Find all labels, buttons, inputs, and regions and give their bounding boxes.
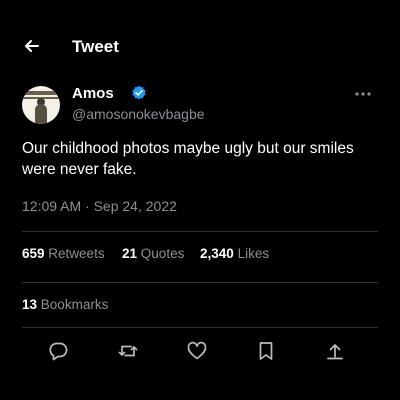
- tweet-timestamp[interactable]: 12:09 AM · Sep 24, 2022: [22, 198, 177, 214]
- tweet-author: Amos @amosonokevbagbe: [22, 82, 382, 132]
- action-bar: [0, 340, 400, 366]
- likes-label: Likes: [237, 246, 270, 261]
- tweet-text-line: Our childhood photos maybe ugly but our …: [22, 140, 354, 157]
- quotes-count: 21: [122, 246, 138, 261]
- retweets-stat[interactable]: 659 Retweets: [22, 246, 105, 261]
- more-options-icon[interactable]: [352, 86, 374, 102]
- share-icon[interactable]: [324, 340, 346, 362]
- retweet-icon[interactable]: [117, 340, 139, 362]
- back-arrow-icon[interactable]: [22, 36, 42, 56]
- tweet-text-line: were never fake.: [22, 161, 137, 178]
- divider: [22, 231, 378, 232]
- divider: [22, 327, 378, 328]
- bookmark-icon[interactable]: [255, 340, 277, 362]
- bookmarks-count: 13: [22, 297, 38, 312]
- bookmarks-label: Bookmarks: [40, 297, 109, 312]
- engagement-stats: 659 Retweets 21 Quotes 2,340 Likes: [22, 246, 378, 266]
- quotes-stat[interactable]: 21 Quotes: [122, 246, 184, 261]
- tweet-text: Our childhood photos maybe ugly but our …: [22, 138, 378, 180]
- verified-badge-icon: [131, 85, 147, 101]
- top-bar: Tweet: [0, 28, 400, 68]
- divider: [22, 282, 378, 283]
- retweets-count: 659: [22, 246, 45, 261]
- page-title: Tweet: [72, 37, 119, 56]
- quotes-label: Quotes: [140, 246, 185, 261]
- reply-icon[interactable]: [47, 340, 69, 362]
- likes-stat[interactable]: 2,340 Likes: [200, 246, 269, 261]
- likes-count: 2,340: [200, 246, 234, 261]
- author-name[interactable]: Amos: [72, 85, 114, 102]
- heart-icon[interactable]: [186, 340, 208, 362]
- avatar[interactable]: [22, 86, 60, 124]
- bookmarks-stat[interactable]: 13 Bookmarks: [22, 297, 108, 312]
- author-handle[interactable]: @amosonokevbagbe: [72, 106, 205, 122]
- retweets-label: Retweets: [48, 246, 105, 261]
